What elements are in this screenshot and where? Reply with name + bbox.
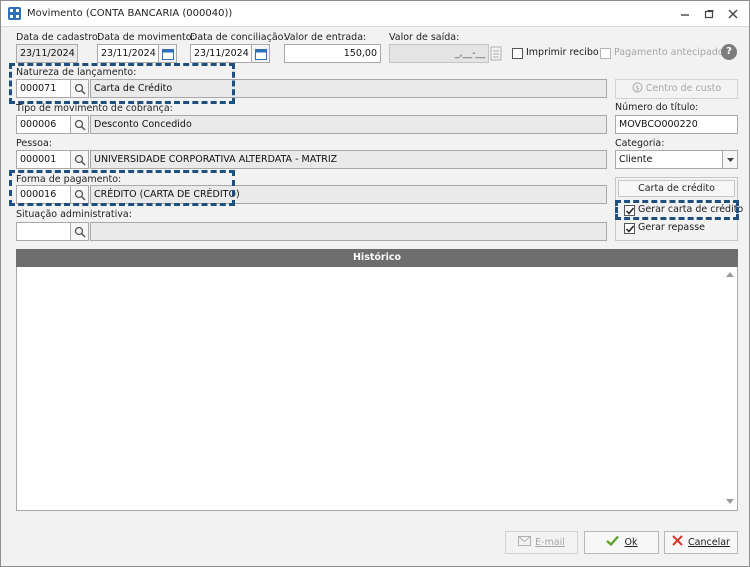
gerar-repasse-checkbox[interactable] bbox=[624, 223, 635, 234]
forma-search-button[interactable] bbox=[71, 185, 89, 204]
data-conciliacao-calendar-button[interactable] bbox=[252, 44, 270, 63]
historico-textarea[interactable] bbox=[16, 267, 738, 511]
cancelar-button[interactable]: Cancelar bbox=[664, 531, 738, 554]
close-icon bbox=[728, 9, 738, 19]
valor-entrada-label: Valor de entrada: bbox=[284, 32, 367, 43]
forma-descricao-field: CRÉDITO (CARTA DE CRÉDITO) bbox=[90, 185, 607, 204]
pessoa-descricao-field: UNIVERSIDADE CORPORATIVA ALTERDATA - MAT… bbox=[90, 150, 607, 169]
pessoa-search-button[interactable] bbox=[71, 150, 89, 169]
app-grid-icon bbox=[8, 7, 21, 20]
data-conciliacao-label: Data de conciliação: bbox=[190, 32, 287, 43]
natureza-label: Natureza de lançamento: bbox=[16, 67, 137, 78]
search-icon bbox=[74, 83, 86, 95]
search-icon bbox=[74, 226, 86, 238]
historico-header: Histórico bbox=[16, 249, 738, 267]
pagamento-antecipado-checkbox bbox=[600, 48, 611, 59]
search-icon bbox=[74, 119, 86, 131]
numero-titulo-label: Número do título: bbox=[615, 102, 699, 113]
centro-custo-button: $ Centro de custo bbox=[615, 79, 738, 99]
pessoa-label: Pessoa: bbox=[16, 138, 52, 149]
natureza-search-button[interactable] bbox=[71, 79, 89, 98]
checkmark-icon bbox=[625, 207, 635, 215]
search-icon bbox=[74, 154, 86, 166]
pagamento-antecipado-label: Pagamento antecipado bbox=[614, 47, 724, 58]
gerar-repasse-label: Gerar repasse bbox=[638, 222, 705, 233]
valor-entrada-input[interactable]: 150,00 bbox=[284, 44, 381, 63]
situacao-codigo-input[interactable] bbox=[16, 222, 71, 241]
calendar-icon bbox=[162, 49, 174, 60]
gerar-carta-checkbox[interactable] bbox=[624, 205, 635, 216]
imprimir-recibo-label: Imprimir recibo bbox=[526, 47, 599, 58]
calendar-icon bbox=[255, 49, 267, 60]
data-cadastro-label: Data de cadastro: bbox=[16, 32, 101, 43]
minimize-icon bbox=[681, 14, 689, 16]
scroll-up-icon bbox=[726, 272, 734, 277]
title-bar: Movimento (CONTA BANCARIA (000040)) bbox=[1, 1, 749, 27]
checkmark-icon bbox=[625, 225, 635, 233]
email-button: E-mail bbox=[505, 531, 578, 554]
movimento-window: Movimento (CONTA BANCARIA (000040)) Data… bbox=[0, 0, 750, 567]
valor-saida-label: Valor de saída: bbox=[389, 32, 460, 43]
data-cadastro-field: 23/11/2024 bbox=[16, 44, 78, 63]
situacao-descricao-field bbox=[90, 222, 607, 241]
carta-credito-button[interactable]: Carta de crédito bbox=[618, 180, 735, 197]
categoria-dropdown-button[interactable] bbox=[723, 150, 738, 169]
tipo-codigo-input[interactable]: 000006 bbox=[16, 115, 71, 134]
gerar-carta-label: Gerar carta de crédito bbox=[638, 204, 744, 215]
checkmark-icon bbox=[605, 535, 619, 547]
scroll-down-icon bbox=[726, 499, 734, 504]
search-icon bbox=[74, 189, 86, 201]
imprimir-recibo-checkbox[interactable] bbox=[512, 48, 523, 59]
coin-icon: $ bbox=[632, 82, 643, 93]
svg-text:$: $ bbox=[635, 85, 639, 93]
situacao-search-button[interactable] bbox=[71, 222, 89, 241]
envelope-icon bbox=[518, 536, 532, 546]
window-title: Movimento (CONTA BANCARIA (000040)) bbox=[27, 8, 233, 19]
tipo-search-button[interactable] bbox=[71, 115, 89, 134]
ok-button[interactable]: Ok bbox=[584, 531, 659, 554]
historico-scrollbar[interactable] bbox=[725, 269, 735, 507]
chevron-down-icon bbox=[727, 158, 734, 162]
tipo-movimento-label: Tipo de movimento de cobrança: bbox=[16, 103, 173, 114]
data-movimento-label: Data de movimento: bbox=[97, 32, 195, 43]
categoria-label: Categoria: bbox=[615, 138, 665, 149]
natureza-descricao-field: Carta de Crédito bbox=[90, 79, 607, 98]
pessoa-codigo-input[interactable]: 000001 bbox=[16, 150, 71, 169]
close-icon bbox=[672, 535, 683, 546]
valor-saida-input: _,__-__ bbox=[389, 44, 489, 63]
tipo-descricao-field: Desconto Concedido bbox=[90, 115, 607, 134]
natureza-codigo-input[interactable]: 000071 bbox=[16, 79, 71, 98]
data-conciliacao-input[interactable]: 23/11/2024 bbox=[190, 44, 252, 63]
carta-credito-panel: Carta de crédito Gerar carta de crédito … bbox=[615, 177, 743, 241]
numero-titulo-input[interactable]: MOVBCO000220 bbox=[615, 115, 738, 134]
situacao-label: Situação administrativa: bbox=[16, 209, 132, 220]
restore-icon bbox=[704, 10, 714, 19]
data-movimento-calendar-button[interactable] bbox=[159, 44, 177, 63]
minimize-button[interactable] bbox=[675, 6, 695, 22]
close-button[interactable] bbox=[723, 6, 743, 22]
data-movimento-input[interactable]: 23/11/2024 bbox=[97, 44, 159, 63]
help-icon[interactable]: ? bbox=[721, 44, 737, 60]
forma-codigo-input[interactable]: 000016 bbox=[16, 185, 71, 204]
categoria-select[interactable]: Cliente bbox=[615, 150, 723, 169]
restore-button[interactable] bbox=[699, 6, 719, 22]
calculator-icon bbox=[489, 45, 503, 62]
